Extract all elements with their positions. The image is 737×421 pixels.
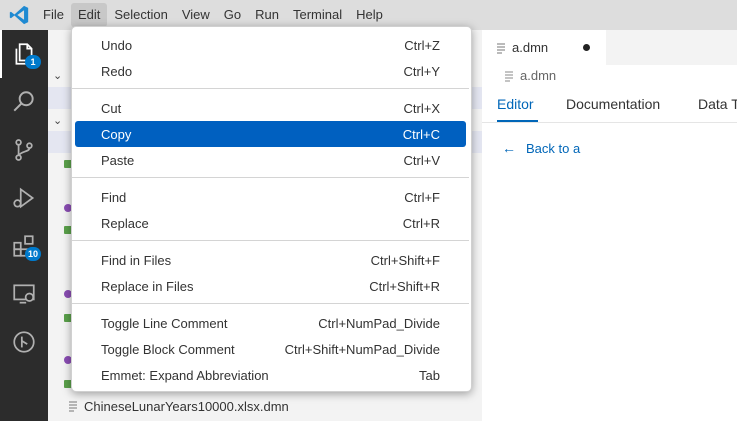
git-graph-button[interactable] [0,318,48,366]
source-control-icon [15,139,33,161]
tab-a-dmn[interactable]: a.dmn [482,30,606,65]
menu-item-emmet-expand[interactable]: Emmet: Expand Abbreviation Tab [75,362,466,388]
tab-label: a.dmn [512,40,549,55]
menu-item-shortcut: Ctrl+NumPad_Divide [318,315,440,331]
chevron-down-icon: ⌄ [53,70,63,82]
menu-terminal[interactable]: Terminal [286,3,349,27]
menu-item-label: Find in Files [101,252,172,268]
menu-item-cut[interactable]: Cut Ctrl+X [75,95,466,121]
sidebar-file-item[interactable]: ChineseLunarYears10000.xlsx.dmn [48,395,289,417]
menu-item-label: Copy [101,126,132,142]
menu-run[interactable]: Run [248,3,286,27]
extensions-badge: 10 [25,247,41,261]
menu-selection[interactable]: Selection [107,3,174,27]
menu-item-shortcut: Ctrl+Shift+F [370,252,440,268]
menu-item-replace[interactable]: Replace Ctrl+R [75,210,466,236]
menu-separator [72,240,469,241]
menu-item-label: Replace [101,215,149,231]
menu-item-label: Paste [101,152,135,168]
tab-documentation[interactable]: Documentation [566,96,660,112]
back-link[interactable]: ← Back to a [502,140,580,156]
menu-item-shortcut: Ctrl+Y [403,63,440,79]
menu-item-toggle-block-comment[interactable]: Toggle Block Comment Ctrl+Shift+NumPad_D… [75,336,466,362]
menu-item-find[interactable]: Find Ctrl+F [75,184,466,210]
menu-item-redo[interactable]: Redo Ctrl+Y [75,58,466,84]
arrow-left-icon: ← [502,140,516,156]
unsaved-dot-icon[interactable] [583,44,590,51]
tab-bar: a.dmn [482,30,737,65]
menu-item-label: Redo [101,63,133,79]
menu-separator [72,88,469,89]
extensions-button[interactable]: 10 [0,222,48,270]
run-debug-button[interactable] [0,174,48,222]
menu-item-shortcut: Ctrl+F [404,189,440,205]
menu-item-shortcut: Ctrl+Shift+NumPad_Divide [284,341,440,357]
tab-editor[interactable]: Editor [497,96,534,112]
file-icon [69,401,77,412]
back-link-label: Back to a [526,140,581,156]
remote-explorer-icon [13,284,35,304]
menu-file[interactable]: File [36,3,71,27]
menu-item-copy[interactable]: Copy Ctrl+C [75,121,466,147]
breadcrumb[interactable]: a.dmn [504,68,556,83]
search-icon [13,91,34,112]
search-button[interactable] [0,78,48,126]
vscode-logo-icon [9,5,29,25]
remote-explorer-button[interactable] [0,270,48,318]
edit-menu-dropdown: Undo Ctrl+Z Redo Ctrl+Y Cut Ctrl+X Copy … [71,26,472,392]
sidebar-file-label: ChineseLunarYears10000.xlsx.dmn [84,398,289,414]
menu-item-shortcut: Ctrl+Z [404,37,440,53]
file-icon [497,43,505,53]
menu-item-shortcut: Ctrl+V [403,152,440,168]
menu-item-label: Toggle Block Comment [101,341,235,357]
activity-bar: 1 10 [0,30,48,421]
run-debug-icon [13,187,35,209]
dmn-editor-tabs: Editor Documentation Data T [482,92,737,123]
menu-item-label: Cut [101,100,122,116]
menu-item-toggle-line-comment[interactable]: Toggle Line Comment Ctrl+NumPad_Divide [75,310,466,336]
menu-item-shortcut: Ctrl+X [403,100,440,116]
explorer-button[interactable]: 1 [0,30,48,78]
menu-item-shortcut: Tab [419,367,440,383]
menu-item-paste[interactable]: Paste Ctrl+V [75,147,466,173]
menu-help[interactable]: Help [349,3,390,27]
chevron-down-icon: ⌄ [53,115,63,127]
menu-item-label: Emmet: Expand Abbreviation [101,367,269,383]
menu-item-replace-in-files[interactable]: Replace in Files Ctrl+Shift+R [75,273,466,299]
menu-item-label: Find [101,189,127,205]
git-graph-icon [13,331,35,353]
menu-view[interactable]: View [175,3,217,27]
menu-separator [72,177,469,178]
menu-item-label: Undo [101,37,133,53]
menu-item-label: Replace in Files [101,278,194,294]
menu-item-shortcut: Ctrl+C [402,126,440,142]
breadcrumb-label: a.dmn [520,68,557,83]
menu-item-shortcut: Ctrl+Shift+R [369,278,440,294]
menu-item-find-in-files[interactable]: Find in Files Ctrl+Shift+F [75,247,466,273]
source-control-button[interactable] [0,126,48,174]
explorer-badge: 1 [25,55,41,69]
menu-go[interactable]: Go [217,3,248,27]
menu-item-shortcut: Ctrl+R [402,215,440,231]
menu-item-undo[interactable]: Undo Ctrl+Z [75,32,466,58]
editor-area: a.dmn a.dmn Editor Documentation Data T … [482,30,737,421]
menu-separator [72,303,469,304]
menu-edit[interactable]: Edit [70,3,108,27]
active-tab-indicator [497,120,538,122]
file-icon [505,71,513,81]
tab-data-types[interactable]: Data T [698,96,737,112]
menu-item-label: Toggle Line Comment [101,315,228,331]
